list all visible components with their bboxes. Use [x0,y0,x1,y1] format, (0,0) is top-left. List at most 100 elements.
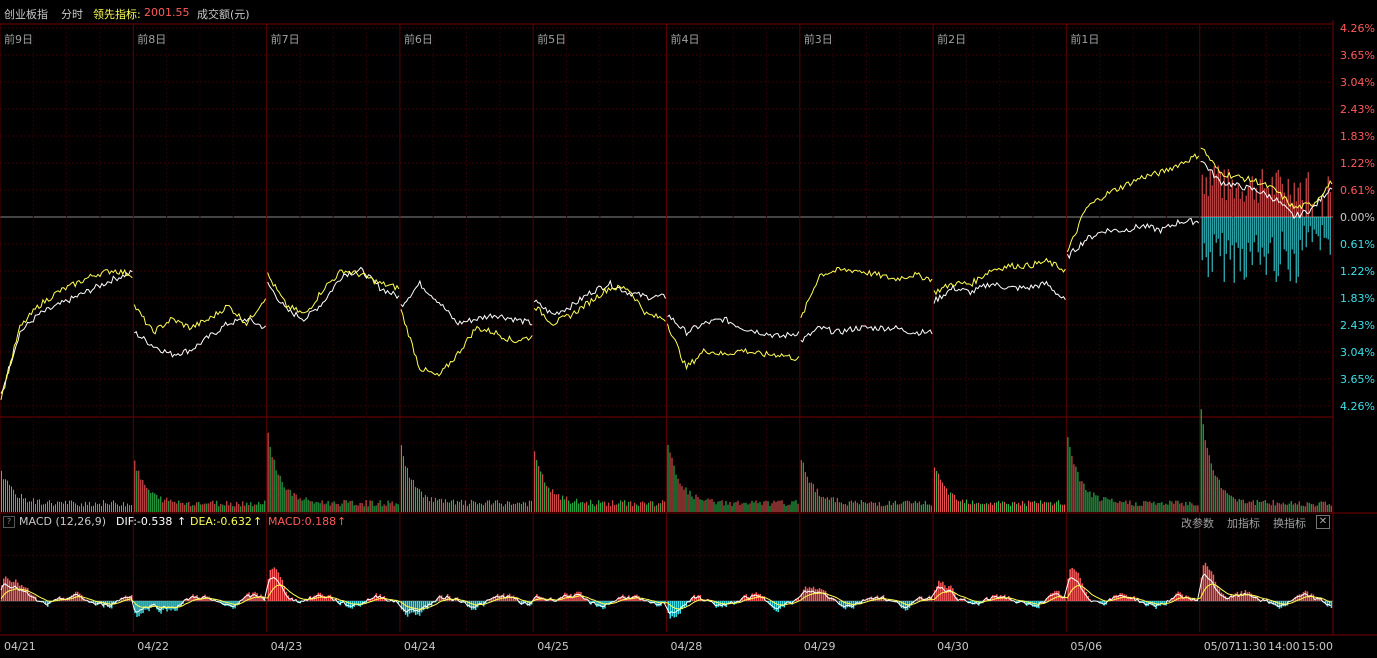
volume-bar [383,504,385,512]
volume-bar [727,504,729,512]
modify-params-button[interactable]: 改参数 [1181,515,1214,531]
volume-bar [1290,501,1292,512]
switch-indicator-button[interactable]: 换指标 [1273,515,1306,531]
volume-bar [1020,505,1022,512]
volume-bar [387,500,389,512]
volume-bar [592,503,594,512]
up-bar [1219,171,1221,217]
volume-bar [648,502,650,512]
volume-bar [210,501,212,512]
volume-bar [158,498,160,512]
volume-bar [230,502,232,512]
up-bar [1211,185,1213,217]
volume-bar [538,466,540,512]
volume-bar [297,499,299,512]
day-label: 前9日 [4,32,33,46]
macd-bar [1220,592,1223,601]
volume-bar [428,501,430,512]
macd-bar [1056,590,1058,601]
volume-bar [5,479,6,512]
volume-bar [494,500,496,512]
macd-bar [1179,592,1181,601]
volume-bar [3,479,4,512]
up-bar [1259,179,1261,217]
down-bar [1329,217,1331,255]
volume-bar [898,504,900,512]
volume-bar [737,500,739,512]
volume-bar [1246,503,1248,512]
volume-bar [866,503,868,512]
volume-bar [369,500,371,512]
volume-bar [160,496,162,512]
volume-bar [753,502,755,512]
up-bar [1237,184,1239,217]
close-icon[interactable]: ✕ [1316,515,1330,529]
x-time-label: 11:30 [1235,640,1267,653]
macd-bar [755,592,757,601]
volume-bar [323,504,325,512]
macd-bar [806,588,809,601]
volume-bar [886,504,888,512]
volume-bar [1191,503,1193,512]
volume-bar [53,505,54,512]
day-label: 前2日 [937,32,966,46]
up-bar [1267,187,1269,217]
volume-bar [182,502,184,512]
volume-bar [391,501,393,512]
macd-bar [236,601,238,606]
volume-bar [43,504,44,512]
volume-bar [351,500,353,512]
volume-bar [355,504,357,512]
y-tick-label: 4.26% [1340,22,1375,35]
volume-bar [1236,501,1238,512]
down-bar [1235,217,1237,243]
volume-bar [121,505,122,512]
up-bar [1275,172,1277,217]
volume-bar [502,506,504,512]
macd-bar [75,591,77,601]
down-bar [1305,217,1307,248]
volume-bar [664,501,666,512]
volume-bar [400,445,402,512]
volume-bar [277,474,279,512]
down-bar [1303,217,1305,226]
volume-bar [1312,504,1314,512]
add-indicator-button[interactable]: 加指标 [1227,515,1260,531]
volume-bar [1185,501,1187,512]
volume-bar [826,497,828,512]
volume-bar [717,501,719,512]
volume-bar [37,499,38,512]
day-label: 前4日 [671,32,700,46]
volume-bar [892,502,894,512]
volume-bar [361,503,363,512]
macd-bar [1210,571,1213,601]
volume-bar [1206,447,1208,512]
y-tick-label: 2.43% [1340,319,1375,332]
down-bar [1211,217,1213,272]
volume-bar [1002,501,1004,512]
macd-bar [944,585,946,601]
macd-bar [271,568,274,601]
volume-bar [1141,505,1143,512]
volume-bar [1302,505,1304,512]
volume-bar [260,504,262,512]
macd-bar [1304,590,1307,601]
x-date-label: 04/25 [537,640,569,653]
volume-bar [389,503,391,512]
down-bar [1297,217,1299,277]
volume-bar [550,491,552,512]
volume-bar [598,500,600,512]
macd-bar [777,601,779,613]
volume-bar [367,506,369,512]
volume-bar [508,501,510,512]
help-icon[interactable]: ? [3,516,15,528]
macd-name[interactable]: MACD (12,26,9) [19,515,106,528]
volume-bar [838,502,840,512]
volume-bar [976,503,978,512]
intraday-multi-day-chart[interactable]: 4.26% 3.65% 3.04% 2.43% 1.83% 1.22% 0.61% 0.00%… [0,0,1377,658]
volume-bar [1125,500,1127,512]
volume-bar [834,502,836,512]
volume-bar [630,501,632,512]
volume-bar [414,487,416,512]
volume-bar [514,503,516,512]
